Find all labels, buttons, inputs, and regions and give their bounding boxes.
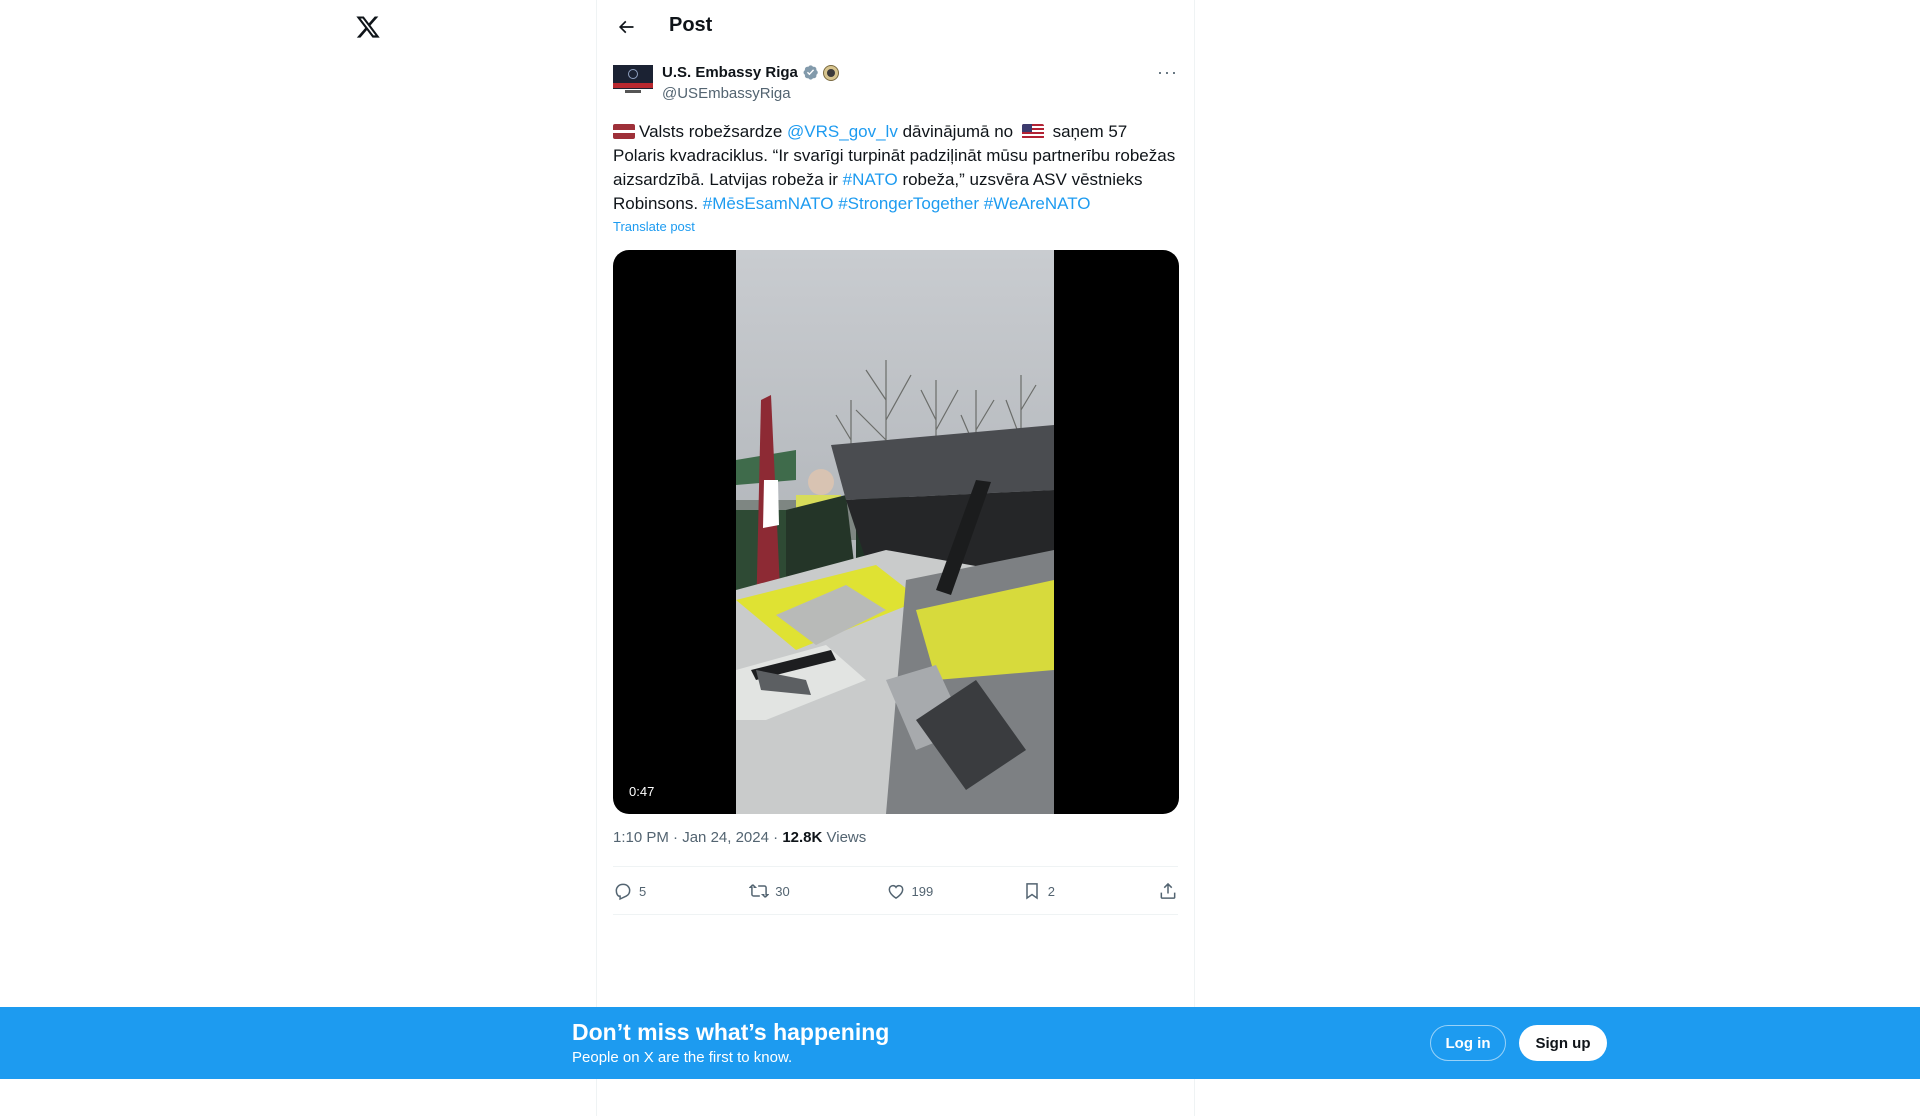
heart-icon (888, 884, 903, 899)
post-header: Post (597, 0, 1194, 53)
video-player[interactable]: 0:47 (613, 250, 1179, 814)
tweet-time[interactable]: 1:10 PM (613, 829, 669, 846)
login-button[interactable]: Log in (1430, 1025, 1506, 1061)
views-count: 12.8K (782, 829, 823, 846)
bookmark-count: 2 (1047, 883, 1055, 899)
government-seal-icon[interactable] (822, 64, 839, 81)
tweet-text-segment: dāvinājumā no (897, 122, 1018, 141)
bookmark-icon (1026, 883, 1038, 900)
bookmark-button[interactable]: 2 (1022, 881, 1132, 901)
mention-link[interactable]: @VRS_gov_lv (787, 122, 898, 141)
author-handle[interactable]: @USEmbassyRiga (662, 85, 791, 102)
page-title: Post (669, 14, 713, 36)
divider (613, 914, 1178, 915)
tweet-date[interactable]: Jan 24, 2024 (682, 829, 769, 846)
reply-icon (615, 883, 631, 901)
more-options-button[interactable]: ··· (1157, 63, 1178, 81)
video-duration: 0:47 (629, 784, 655, 799)
repost-count: 30 (775, 883, 790, 899)
hashtag-link[interactable]: #NATO (843, 170, 898, 189)
reply-button[interactable]: 5 (613, 881, 723, 901)
reply-count: 5 (639, 883, 647, 899)
tweet-text: Valsts robežsardze @VRS_gov_lv dāvinājum… (613, 120, 1183, 216)
latvia-flag-icon (613, 124, 635, 139)
signup-banner: Don’t miss what’s happening People on X … (0, 1007, 1920, 1079)
banner-title: Don’t miss what’s happening (572, 1019, 890, 1045)
tweet-text-segment: Valsts robežsardze (639, 122, 788, 141)
post-column: Post U.S. Embassy Riga @USEmbassyRiga ··… (596, 0, 1195, 1116)
translate-post-link[interactable]: Translate post (613, 219, 695, 234)
share-icon (1160, 882, 1176, 899)
tweet-meta: 1:10 PM · Jan 24, 2024 · 12.8K Views (613, 829, 867, 846)
like-button[interactable]: 199 (886, 881, 996, 901)
like-count: 199 (911, 883, 934, 899)
author-row: U.S. Embassy Riga (662, 64, 839, 81)
x-logo-icon[interactable] (355, 14, 381, 40)
action-bar: 5 30 199 2 (613, 876, 1178, 906)
share-button[interactable] (1158, 881, 1178, 901)
hashtag-link[interactable]: #MēsEsamNATO (703, 194, 834, 213)
hashtag-link[interactable]: #WeAreNATO (984, 194, 1091, 213)
us-flag-icon (1021, 124, 1044, 139)
arrow-left-icon (618, 20, 634, 34)
repost-button[interactable]: 30 (749, 881, 859, 901)
repost-icon (749, 884, 770, 898)
avatar[interactable] (613, 65, 653, 98)
verified-badge-icon (803, 65, 818, 80)
banner-subtitle: People on X are the first to know. (572, 1049, 793, 1066)
views-label: Views (826, 829, 867, 846)
author-name[interactable]: U.S. Embassy Riga (662, 64, 798, 81)
signup-button[interactable]: Sign up (1519, 1025, 1607, 1061)
hashtag-link[interactable]: #StrongerTogether (838, 194, 979, 213)
divider (613, 866, 1178, 867)
video-thumbnail (736, 250, 1054, 814)
back-button[interactable] (611, 12, 641, 42)
